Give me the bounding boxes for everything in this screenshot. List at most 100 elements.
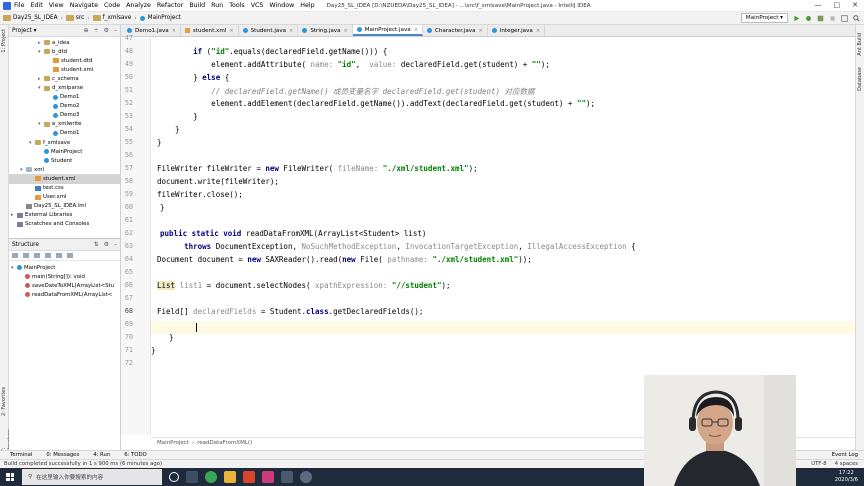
- menu-vcs[interactable]: VCS: [251, 2, 264, 9]
- tab-student-java[interactable]: Student.java ×: [239, 25, 299, 36]
- sort-icon[interactable]: ⇅: [94, 241, 99, 248]
- run-icon[interactable]: [793, 15, 800, 22]
- project-structure-icon[interactable]: [841, 14, 848, 22]
- close-tab-icon[interactable]: ×: [344, 28, 348, 34]
- database-tool-button[interactable]: Database: [857, 67, 863, 91]
- start-button[interactable]: [0, 468, 20, 486]
- hide-icon[interactable]: –: [114, 241, 117, 248]
- close-icon[interactable]: ✕: [852, 1, 858, 9]
- project-tree-item[interactable]: Demo3: [9, 111, 120, 120]
- project-tool-button[interactable]: 1: Project: [1, 29, 7, 53]
- menu-refactor[interactable]: Refactor: [157, 2, 183, 9]
- taskbar-search-box[interactable]: ⚲ 在这里输入你要搜索的内容: [22, 469, 162, 485]
- close-tab-icon[interactable]: ×: [229, 28, 233, 34]
- maximize-icon[interactable]: □: [834, 1, 841, 9]
- show-fields-icon[interactable]: [23, 253, 29, 258]
- menu-analyze[interactable]: Analyze: [126, 2, 151, 9]
- collapse-all-icon[interactable]: [56, 253, 62, 258]
- menu-file[interactable]: File: [14, 2, 25, 9]
- project-tree-item[interactable]: student.dtd: [9, 56, 120, 65]
- indent-indicator[interactable]: 4 spaces: [835, 461, 858, 467]
- project-tree-item[interactable]: student.xml: [9, 174, 120, 184]
- breadcrumb-class[interactable]: MainProject: [157, 440, 189, 446]
- project-tree-item[interactable]: Demo2: [9, 102, 120, 111]
- status-message[interactable]: Build completed successfully in 1 s 900 …: [4, 461, 162, 467]
- menu-help[interactable]: Help: [300, 2, 314, 9]
- cortana-icon[interactable]: [169, 472, 179, 482]
- project-tree-item[interactable]: ▾ b_dtd: [9, 47, 120, 56]
- collapse-icon[interactable]: ÷: [94, 27, 99, 34]
- project-tree-item[interactable]: ▾ e_xmlwrite: [9, 120, 120, 129]
- project-tree-item[interactable]: student.xml: [9, 65, 120, 74]
- project-tree-item[interactable]: ▸ External Libraries: [9, 211, 120, 220]
- menu-code[interactable]: Code: [104, 2, 120, 9]
- tab-integer-java[interactable]: Integer.java ×: [488, 25, 546, 36]
- project-tree-item[interactable]: Student: [9, 156, 120, 165]
- stop-icon[interactable]: [829, 15, 836, 22]
- menu-build[interactable]: Build: [189, 2, 205, 9]
- menu-edit[interactable]: Edit: [31, 2, 43, 9]
- task-view-icon[interactable]: [186, 471, 198, 483]
- menu-run[interactable]: Run: [211, 2, 223, 9]
- autoscroll-icon[interactable]: [67, 253, 73, 258]
- system-clock[interactable]: 17:22 2020/3/6: [835, 470, 858, 484]
- search-everywhere-icon[interactable]: [853, 14, 860, 22]
- nav-crumb-class[interactable]: MainProject: [139, 15, 181, 21]
- project-tree-item[interactable]: ▾ xml: [9, 165, 120, 174]
- project-tree-item[interactable]: ▸ c_schema: [9, 74, 120, 83]
- messages-tool-button[interactable]: 0: Messages: [46, 452, 79, 458]
- project-tree-item[interactable]: Scratches and Consoles: [9, 220, 120, 229]
- project-tree-item[interactable]: Day25_SL_IDEA.iml: [9, 202, 120, 211]
- project-tree-item[interactable]: Demo1: [9, 93, 120, 102]
- close-tab-icon[interactable]: ×: [536, 28, 540, 34]
- expand-all-icon[interactable]: [45, 253, 51, 258]
- todo-tool-button[interactable]: 6: TODO: [124, 452, 147, 458]
- close-tab-icon[interactable]: ×: [414, 27, 418, 33]
- menu-window[interactable]: Window: [269, 2, 294, 9]
- nav-crumb-package[interactable]: f_xmlsave: [92, 15, 131, 21]
- debug-icon[interactable]: [805, 15, 812, 22]
- project-tree-item[interactable]: test.css: [9, 184, 120, 193]
- project-tree-item[interactable]: User.xml: [9, 193, 120, 202]
- project-tree-item[interactable]: MainProject: [9, 147, 120, 156]
- project-tree-item[interactable]: ▾ d_xmlparse: [9, 83, 120, 92]
- gear-icon[interactable]: ⚙: [104, 241, 109, 248]
- menu-view[interactable]: View: [49, 2, 64, 9]
- run-configuration-select[interactable]: MainProject ▾: [740, 13, 788, 23]
- terminal-tool-button[interactable]: Terminal: [10, 452, 32, 458]
- show-inherited-icon[interactable]: [34, 253, 40, 258]
- structure-item[interactable]: ▾ MainProject: [9, 263, 120, 272]
- file-explorer-icon[interactable]: [224, 471, 236, 483]
- tab-character-java[interactable]: Character.java ×: [423, 25, 488, 36]
- app-icon[interactable]: [300, 471, 312, 483]
- app-icon[interactable]: [281, 471, 293, 483]
- project-tree-item[interactable]: ▾ f_xmlsave: [9, 138, 120, 147]
- structure-item[interactable]: readDataFromXML(ArrayList<: [9, 290, 120, 299]
- sort-alpha-icon[interactable]: [12, 253, 18, 258]
- hide-icon[interactable]: –: [114, 27, 117, 34]
- breadcrumb-method[interactable]: readDataFromXML(): [197, 440, 252, 446]
- structure-item[interactable]: saveDateToXML(ArrayList<Stu: [9, 281, 120, 290]
- encoding-indicator[interactable]: UTF-8: [811, 461, 826, 467]
- minimize-icon[interactable]: —: [815, 1, 822, 9]
- coverage-icon[interactable]: [817, 15, 824, 22]
- tab-mainproject-java[interactable]: MainProject.java ×: [352, 25, 423, 36]
- close-tab-icon[interactable]: ×: [479, 28, 483, 34]
- locate-icon[interactable]: ⊕: [84, 27, 89, 34]
- nav-crumb-src[interactable]: src: [65, 15, 84, 21]
- menu-tools[interactable]: Tools: [229, 2, 245, 9]
- run-tool-button[interactable]: 4: Run: [93, 452, 110, 458]
- close-tab-icon[interactable]: ×: [289, 28, 293, 34]
- gear-icon[interactable]: ⚙: [104, 27, 109, 34]
- close-tab-icon[interactable]: ×: [172, 28, 176, 34]
- structure-item[interactable]: main(String[]): void: [9, 272, 120, 281]
- app-icon[interactable]: [243, 471, 255, 483]
- ant-build-tool-button[interactable]: Ant Build: [857, 33, 863, 56]
- project-tree-item[interactable]: Demo1: [9, 129, 120, 138]
- event-log-button[interactable]: Event Log: [832, 452, 858, 458]
- chrome-icon[interactable]: [205, 471, 217, 483]
- tab-student-xml[interactable]: student.xml ×: [181, 25, 239, 36]
- project-tree-item[interactable]: ▸ a_idea: [9, 38, 120, 47]
- favorites-tool-button[interactable]: 2: Favorites: [1, 387, 7, 416]
- menu-navigate[interactable]: Navigate: [70, 2, 98, 9]
